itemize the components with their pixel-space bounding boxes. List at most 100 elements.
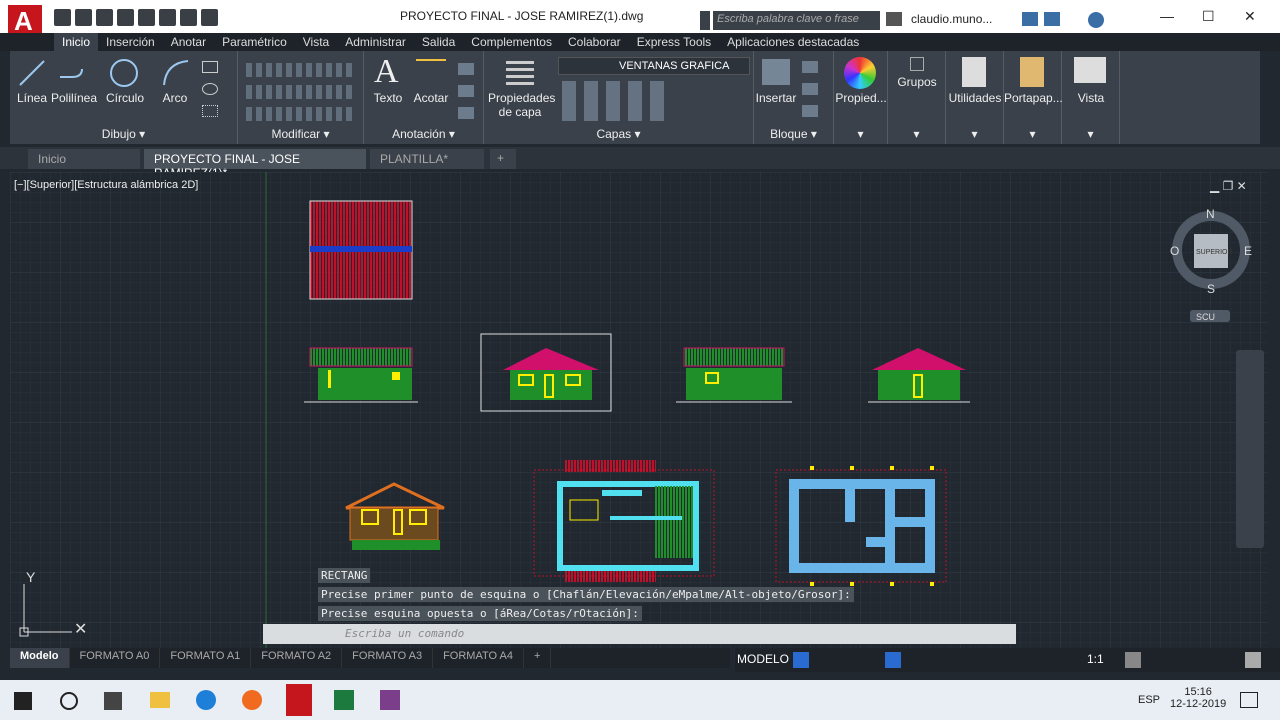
draw-group-label[interactable]: Dibujo ▾ [10,127,237,141]
help-icon[interactable] [1088,12,1104,28]
a360-icon[interactable] [1044,12,1060,26]
clipboard-dropdown-icon[interactable]: ▾ [1004,127,1061,141]
tab-anotar[interactable]: Anotar [163,33,214,51]
search-input[interactable]: Escriba palabra clave o frase [713,11,880,30]
groups-icon[interactable] [910,57,924,71]
user-menu[interactable]: claudio.muno... [911,12,992,26]
explorer-icon[interactable] [150,692,170,708]
edge-icon[interactable] [196,690,216,710]
task-view-icon[interactable] [104,692,122,710]
hatch-icon[interactable] [202,105,218,117]
command-input[interactable]: Escriba un comando [263,624,1016,644]
print-icon[interactable] [159,9,176,26]
dimension-icon[interactable] [416,59,446,83]
search-icon[interactable] [60,692,78,710]
web-save-icon[interactable] [138,9,155,26]
layers-group-label[interactable]: Capas ▾ [484,127,753,141]
minimize-icon[interactable]: — [1160,8,1174,24]
viewport-controls-icon[interactable]: ▁ ❐ ✕ [1209,179,1247,193]
properties-dropdown-icon[interactable]: ▾ [834,127,887,141]
text-button[interactable]: Texto [370,91,406,105]
arc-icon[interactable] [160,57,192,89]
rectangle-icon[interactable] [202,61,218,73]
doc-tab-plantilla[interactable]: PLANTILLA* [370,149,484,169]
elevation-side[interactable] [676,347,792,403]
customize-icon[interactable] [1245,652,1261,668]
line-icon[interactable] [16,57,48,89]
polyline-icon[interactable] [56,57,88,89]
layout-tab-a3[interactable]: FORMATO A3 [342,648,434,668]
roof-plan[interactable] [309,200,413,300]
block-tools-icon[interactable] [802,59,818,117]
view-button[interactable]: Vista [1062,91,1120,105]
search-arrow-icon[interactable] [700,11,710,30]
block-group-label[interactable]: Bloque ▾ [754,127,833,141]
doc-tab-inicio[interactable]: Inicio [28,149,140,169]
cart-icon[interactable] [1022,12,1038,26]
new-tab-icon[interactable]: + [490,149,516,169]
annotation-group-label[interactable]: Anotación ▾ [364,127,483,141]
modify-group-label[interactable]: Modificar ▾ [238,127,363,141]
close-icon[interactable]: ✕ [1244,8,1256,25]
clock[interactable]: 15:16 12-12-2019 [1170,686,1226,710]
utilities-dropdown-icon[interactable]: ▾ [946,127,1003,141]
layer-tools-icon[interactable] [562,81,672,121]
redo-icon[interactable] [201,9,218,26]
maximize-icon[interactable]: ☐ [1202,8,1215,25]
text-icon[interactable]: A [374,53,399,91]
tab-parametrico[interactable]: Paramétrico [214,33,295,51]
view-icon[interactable] [1074,57,1106,83]
color-wheel-icon[interactable] [844,57,876,89]
polyline-button[interactable]: Polilínea [50,91,98,105]
clipboard-button[interactable]: Portapap... [1004,91,1063,105]
tab-express-tools[interactable]: Express Tools [629,33,719,51]
tab-complementos[interactable]: Complementos [463,33,560,51]
layout-tab-a2[interactable]: FORMATO A2 [251,648,343,668]
winrar-icon[interactable] [380,690,400,710]
new-icon[interactable] [54,9,71,26]
layer-dropdown[interactable]: VENTANAS GRAFICA [558,57,750,75]
excel-icon[interactable] [334,690,354,710]
groups-dropdown-icon[interactable]: ▾ [888,127,945,141]
notifications-icon[interactable] [1240,692,1258,708]
language-indicator[interactable]: ESP [1138,694,1160,706]
ellipse-icon[interactable] [202,83,218,95]
add-layout-icon[interactable]: + [524,648,552,668]
tab-insercion[interactable]: Inserción [98,33,163,51]
undo-icon[interactable] [180,9,197,26]
insert-icon[interactable] [762,59,790,85]
tab-inicio[interactable]: Inicio [54,33,99,51]
circle-button[interactable]: Círculo [104,91,146,105]
layout-tab-a1[interactable]: FORMATO A1 [160,648,252,668]
layout-tab-a4[interactable]: FORMATO A4 [433,648,524,668]
ortho-icon[interactable] [885,652,901,668]
tab-aplicaciones[interactable]: Aplicaciones destacadas [719,33,867,51]
layer-properties-button[interactable]: Propiedades de capa [488,91,555,119]
viewport-label[interactable]: [−][Superior][Estructura alámbrica 2D] [14,179,198,191]
navigation-bar[interactable] [1236,350,1264,548]
utilities-button[interactable]: Utilidades [946,91,1004,105]
elevation-front[interactable] [304,347,418,403]
dimension-button[interactable]: Acotar [410,91,452,105]
settings-icon[interactable] [1125,652,1141,668]
scale-button[interactable]: 1:1 [1087,652,1104,666]
modify-tools-icon[interactable] [246,59,356,121]
save-icon[interactable] [96,9,113,26]
calculator-icon[interactable] [962,57,986,87]
tab-administrar[interactable]: Administrar [337,33,414,51]
tab-salida[interactable]: Salida [414,33,463,51]
groups-button[interactable]: Grupos [888,75,946,89]
open-icon[interactable] [75,9,92,26]
start-icon[interactable] [14,692,32,710]
model-space-button[interactable]: MODELO [737,652,789,666]
grid-icon[interactable] [793,652,809,668]
tab-vista[interactable]: Vista [295,33,337,51]
clipboard-icon[interactable] [1020,57,1044,87]
doc-tab-proyecto[interactable]: PROYECTO FINAL - JOSE RAMIREZ(1)* [144,149,366,180]
layout-tab-a0[interactable]: FORMATO A0 [70,648,161,668]
save-as-icon[interactable] [117,9,134,26]
layout-tab-modelo[interactable]: Modelo [10,648,70,668]
binoculars-icon[interactable] [886,12,902,26]
view-dropdown-icon[interactable]: ▾ [1062,127,1119,141]
tab-colaborar[interactable]: Colaborar [560,33,629,51]
